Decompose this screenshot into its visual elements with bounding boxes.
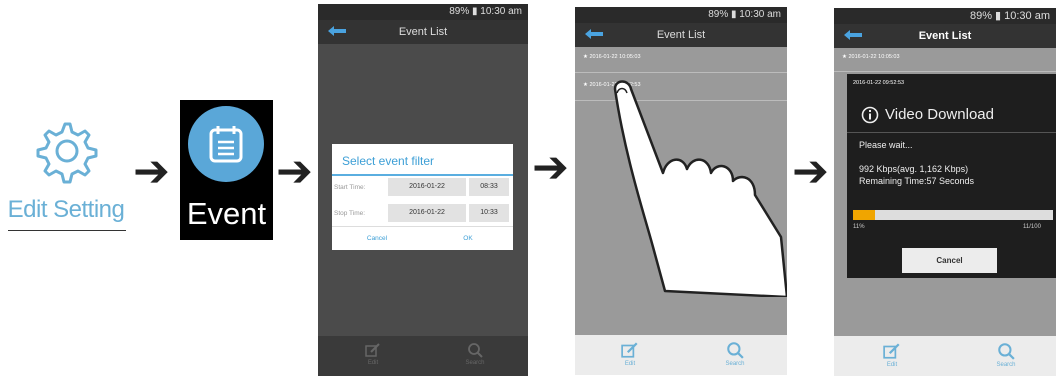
arrow-right-icon: ➔: [792, 147, 829, 196]
info-icon: [861, 106, 879, 124]
search-label: Search: [996, 362, 1016, 368]
stop-time-label: Stop Time:: [334, 210, 366, 217]
edit-icon: [365, 343, 380, 357]
phone-screen-filter: 89% ▮ 10:30 am Event List Select event f…: [318, 4, 528, 376]
search-tool[interactable]: Search: [455, 342, 495, 366]
cancel-button[interactable]: Cancel: [902, 248, 997, 273]
hand-pointer-icon: [613, 80, 787, 297]
stop-date-button[interactable]: 2016-01-22: [388, 204, 466, 222]
arrow-right-icon: ➔: [133, 147, 170, 196]
progress-count: 11/100: [1023, 224, 1041, 230]
back-arrow-icon[interactable]: [326, 24, 348, 40]
arrow-right-icon: ➔: [276, 147, 313, 196]
status-bar: 89% ▮ 10:30 am: [575, 7, 787, 23]
calendar-icon: [209, 126, 243, 163]
dialog-divider: [332, 174, 513, 176]
status-bar: 89% ▮ 10:30 am: [834, 8, 1056, 24]
start-time-label: Start Time:: [334, 184, 366, 191]
list-item[interactable]: 2016-01-22 09:52:53: [847, 74, 1056, 92]
event-timestamp: 2016-01-22 09:52:53: [853, 80, 905, 86]
edit-setting-tile[interactable]: Edit Setting: [0, 110, 130, 235]
gear-icon: [36, 122, 98, 184]
stop-time-button[interactable]: 10:33: [469, 204, 509, 222]
list-item[interactable]: ★ 2016-01-22 10:05:03: [834, 42, 1056, 72]
start-time-button[interactable]: 08:33: [469, 178, 509, 196]
event-label: Event: [186, 196, 267, 231]
search-label: Search: [465, 360, 485, 366]
bottom-toolbar: Edit Search: [834, 336, 1056, 376]
edit-icon: [621, 342, 638, 358]
dialog-title: Video Download: [885, 106, 994, 123]
event-tile[interactable]: Event: [180, 100, 273, 240]
phone-screen-video-download: 89% ▮ 10:30 am Event List ★ 2016-01-22 1…: [834, 8, 1056, 376]
edit-tool[interactable]: Edit: [610, 341, 650, 367]
event-icon-circle: [188, 106, 264, 182]
ok-button[interactable]: OK: [423, 235, 513, 242]
search-tool[interactable]: Search: [986, 342, 1026, 368]
speed-text: 992 Kbps(avg. 1,162 Kbps): [859, 164, 969, 174]
edit-icon: [883, 343, 900, 359]
edit-setting-underline: [8, 230, 126, 231]
search-icon: [998, 343, 1015, 360]
wait-message: Please wait...: [859, 140, 913, 150]
search-icon: [468, 343, 483, 358]
edit-label: Edit: [367, 360, 379, 366]
event-filter-dialog: Select event filter Start Time: 2016-01-…: [332, 144, 513, 250]
phone-screen-event-list: 89% ▮ 10:30 am Event List ★ 2016-01-22 1…: [575, 7, 787, 375]
progress-percent: 11%: [853, 224, 865, 230]
status-bar: 89% ▮ 10:30 am: [318, 4, 528, 20]
search-label: Search: [725, 361, 745, 367]
edit-label: Edit: [886, 362, 898, 368]
page-title: Event List: [318, 20, 528, 44]
edit-label: Edit: [624, 361, 636, 367]
remaining-time-text: Remaining Time:57 Seconds: [859, 176, 975, 186]
bottom-toolbar: Edit Search: [318, 336, 528, 376]
search-tool[interactable]: Search: [715, 341, 755, 367]
edit-setting-label: Edit Setting: [7, 196, 125, 223]
progress-fill: [853, 210, 875, 220]
dialog-divider: [847, 132, 1056, 133]
download-progress-bar: [853, 210, 1053, 220]
bottom-toolbar: Edit Search: [575, 335, 787, 375]
arrow-right-icon: ➔: [532, 143, 569, 192]
dialog-title: Select event filter: [342, 154, 435, 168]
video-download-dialog: Video Download Please wait... 992 Kbps(a…: [847, 92, 1056, 278]
edit-tool[interactable]: Edit: [353, 342, 393, 366]
event-timestamp: 2016-01-22 10:05:03: [589, 54, 641, 60]
cancel-button[interactable]: Cancel: [332, 235, 422, 242]
start-date-button[interactable]: 2016-01-22: [388, 178, 466, 196]
search-icon: [727, 342, 744, 359]
dialog-footer-divider: [332, 226, 513, 227]
edit-tool[interactable]: Edit: [872, 342, 912, 368]
event-timestamp: 2016-01-22 10:05:03: [848, 54, 900, 60]
